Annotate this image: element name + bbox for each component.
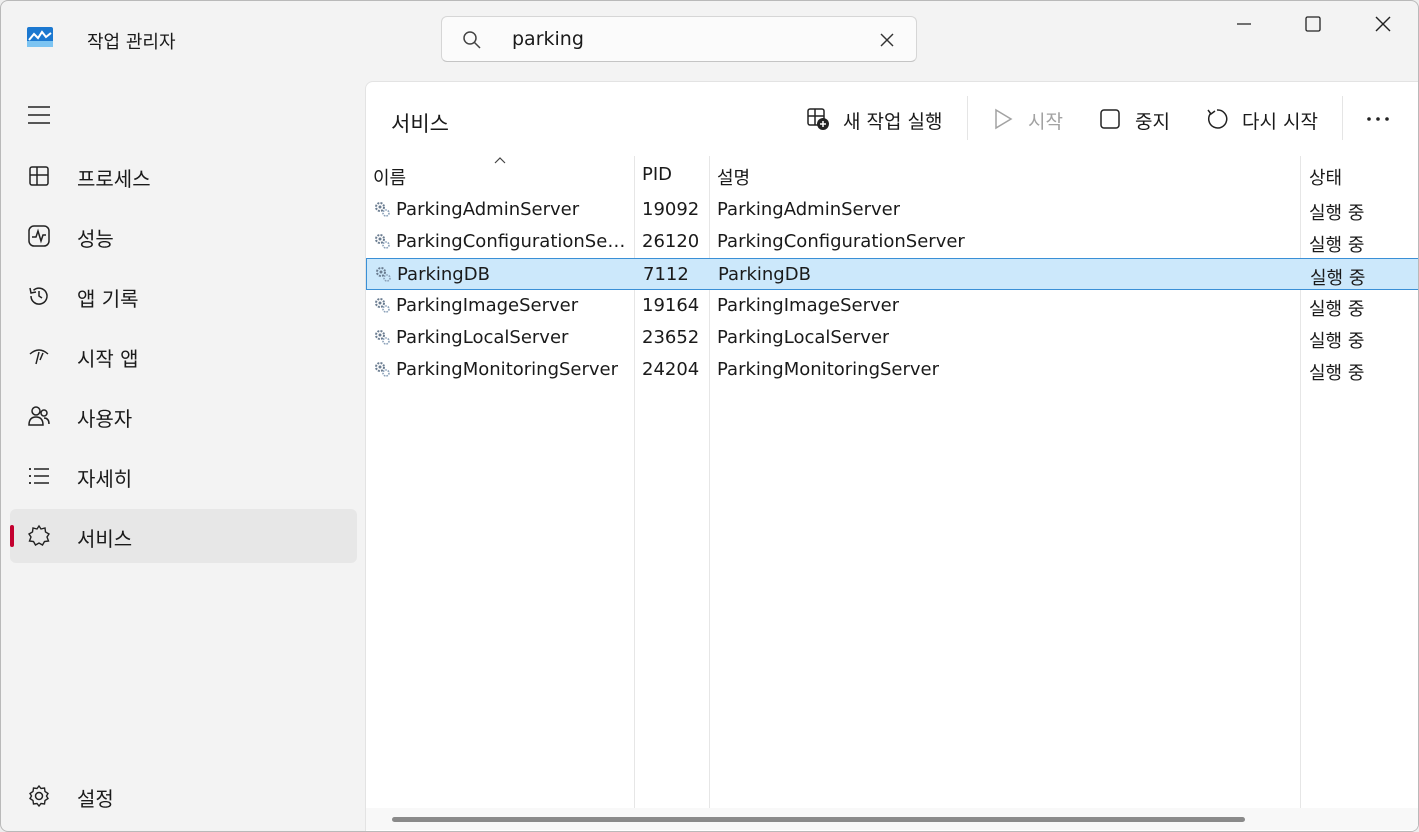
- hamburger-menu-icon[interactable]: [27, 104, 51, 126]
- service-description: ParkingMonitoringServer: [717, 359, 940, 380]
- service-pid: 19092: [642, 199, 700, 220]
- task-manager-icon: [27, 27, 53, 47]
- nav-label: 서비스: [77, 527, 133, 551]
- nav-users[interactable]: 사용자: [10, 389, 357, 443]
- scrollbar-thumb[interactable]: [392, 817, 1245, 822]
- close-button[interactable]: [1360, 9, 1406, 39]
- nav-label: 성능: [77, 227, 114, 251]
- service-status: 실행 중: [1309, 203, 1365, 224]
- column-header-name[interactable]: 이름: [373, 164, 406, 190]
- service-description: ParkingLocalServer: [717, 327, 890, 348]
- nav-label: 자세히: [77, 467, 133, 491]
- service-pid: 7112: [643, 264, 689, 285]
- new-task-label: 새 작업 실행: [843, 111, 943, 133]
- service-description: ParkingConfigurationServer: [717, 231, 965, 252]
- services-icon: [28, 524, 50, 546]
- nav-label: 앱 기록: [77, 287, 139, 311]
- service-gear-icon: [376, 267, 391, 282]
- service-status: 실행 중: [1309, 363, 1365, 384]
- sort-ascending-icon: [494, 157, 506, 164]
- history-icon: [29, 287, 48, 305]
- nav-label: 설정: [77, 787, 114, 811]
- service-gear-icon: [375, 202, 390, 217]
- service-name: ParkingLocalServer: [396, 327, 569, 348]
- nav-details[interactable]: 자세히: [10, 449, 357, 503]
- nav-services[interactable]: 서비스: [10, 509, 357, 563]
- active-indicator: [10, 525, 14, 547]
- service-name: ParkingAdminServer: [396, 199, 580, 220]
- users-icon: [28, 406, 50, 426]
- play-icon: [995, 108, 1013, 130]
- nav-startup-apps[interactable]: 시작 앱: [10, 329, 357, 383]
- service-gear-icon: [375, 362, 390, 377]
- search-box[interactable]: parking: [441, 16, 917, 62]
- services-panel: 서비스 새 작업 실행 시작 중지 다시 시작 이름 PID 설명 상태 Par…: [365, 81, 1418, 831]
- service-status: 실행 중: [1309, 235, 1365, 256]
- service-pid: 19164: [642, 295, 700, 316]
- performance-icon: [28, 225, 50, 247]
- table-row-selected[interactable]: ParkingDB 7112 ParkingDB 실행 중: [366, 258, 1418, 290]
- horizontal-scrollbar[interactable]: [366, 808, 1418, 830]
- restart-icon: [1207, 109, 1228, 129]
- table-row[interactable]: ParkingConfigurationServer 26120 Parking…: [366, 226, 1418, 258]
- service-gear-icon: [375, 330, 390, 345]
- details-icon: [29, 468, 49, 484]
- service-pid: 24204: [642, 359, 700, 380]
- app-title: 작업 관리자: [87, 32, 176, 53]
- nav-app-history[interactable]: 앱 기록: [10, 269, 357, 323]
- minimize-button[interactable]: [1221, 9, 1267, 39]
- start-label: 시작: [1028, 111, 1063, 133]
- processes-icon: [29, 166, 49, 186]
- clear-search-icon[interactable]: [878, 31, 896, 49]
- service-pid: 26120: [642, 231, 700, 252]
- nav-performance[interactable]: 성능: [10, 209, 357, 263]
- restart-label: 다시 시작: [1242, 111, 1318, 133]
- service-name: ParkingImageServer: [396, 295, 579, 316]
- table-row[interactable]: ParkingAdminServer 19092 ParkingAdminSer…: [366, 194, 1418, 226]
- maximize-icon: [1305, 16, 1321, 32]
- service-name: ParkingDB: [397, 264, 490, 285]
- toolbar-separator: [967, 96, 968, 140]
- service-status: 실행 중: [1310, 268, 1366, 289]
- nav-label: 시작 앱: [77, 347, 139, 371]
- service-description: ParkingAdminServer: [717, 199, 901, 220]
- task-manager-window: 작업 관리자 parking 프로세스 성능 앱 기록 시작 앱 사용자 자세히…: [0, 0, 1419, 832]
- page-title: 서비스: [391, 112, 449, 136]
- maximize-button[interactable]: [1290, 9, 1336, 39]
- nav-label: 사용자: [77, 407, 133, 431]
- service-description: ParkingDB: [718, 264, 811, 285]
- service-pid: 23652: [642, 327, 700, 348]
- table-row[interactable]: ParkingLocalServer 23652 ParkingLocalSer…: [366, 322, 1418, 354]
- service-gear-icon: [375, 298, 390, 313]
- close-icon: [1375, 16, 1391, 32]
- service-name: ParkingMonitoringServer: [396, 359, 619, 380]
- stop-icon: [1100, 109, 1120, 129]
- settings-icon: [29, 784, 49, 808]
- column-header-description[interactable]: 설명: [717, 164, 750, 190]
- table-row[interactable]: ParkingImageServer 19164 ParkingImageSer…: [366, 290, 1418, 322]
- column-header-pid[interactable]: PID: [642, 164, 672, 185]
- table-header: 이름 PID 설명 상태: [366, 156, 1418, 194]
- more-options-button[interactable]: [1366, 102, 1396, 136]
- minimize-icon: [1237, 23, 1251, 25]
- search-icon: [463, 31, 481, 49]
- service-status: 실행 중: [1309, 331, 1365, 352]
- service-status: 실행 중: [1309, 299, 1365, 320]
- startup-icon: [29, 349, 49, 365]
- nav-processes[interactable]: 프로세스: [10, 149, 357, 203]
- toolbar-separator: [1342, 96, 1343, 140]
- more-icon: [1367, 117, 1389, 121]
- service-name: ParkingConfigurationServer: [396, 231, 632, 252]
- column-header-status[interactable]: 상태: [1309, 164, 1342, 190]
- table-row[interactable]: ParkingMonitoringServer 24204 ParkingMon…: [366, 354, 1418, 386]
- stop-label: 중지: [1135, 111, 1170, 133]
- nav-label: 프로세스: [77, 167, 151, 191]
- service-gear-icon: [375, 234, 390, 249]
- nav-settings[interactable]: 설정: [10, 769, 357, 823]
- new-task-icon: [807, 108, 829, 130]
- service-description: ParkingImageServer: [717, 295, 900, 316]
- search-input[interactable]: parking: [512, 28, 584, 50]
